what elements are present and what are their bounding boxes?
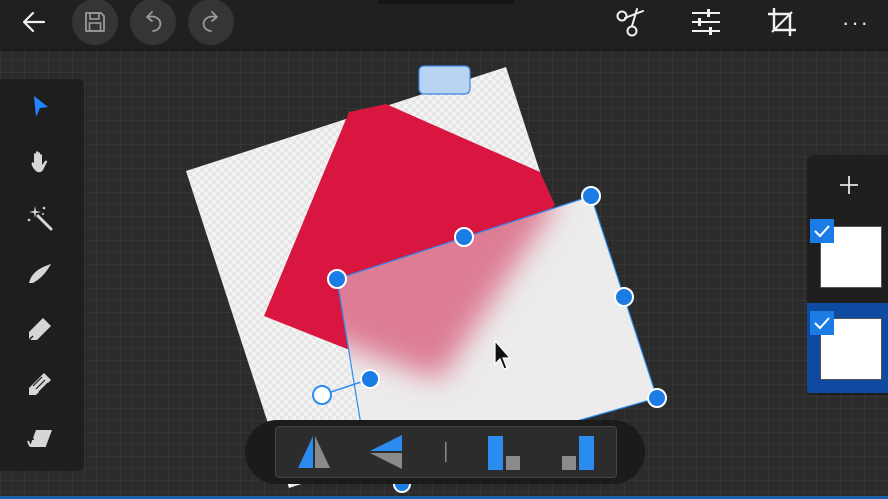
sliders-icon [692,9,720,35]
cut-button[interactable] [608,0,652,44]
crop-icon [768,8,796,36]
marker-icon [28,318,51,341]
align-bottom-left-icon [488,436,520,470]
flip-horizontal-button[interactable] [292,431,336,473]
redo-icon [202,11,218,32]
cursor-arrow-icon [494,339,512,370]
arrow-select-icon [34,96,48,117]
tool-marker[interactable] [20,309,60,349]
save-disk-icon [85,12,105,32]
save-button[interactable] [72,0,118,45]
back-arrow-icon [22,11,46,33]
layer-visibility-checkbox[interactable] [810,219,834,243]
top-bar: ··· [0,0,888,51]
brush-icon [29,264,51,283]
back-button[interactable] [12,0,56,44]
tool-pan[interactable] [20,142,60,182]
undo-button[interactable] [130,0,176,45]
arrange-button-group [275,426,617,478]
selection-handle-top-right[interactable] [581,186,601,206]
layer-item-1[interactable] [807,213,888,303]
flip-vertical-icon [370,435,402,469]
magic-wand-icon [27,206,53,231]
tool-eraser[interactable] [20,419,60,459]
divider-icon [445,442,447,462]
tool-brush[interactable] [20,254,60,294]
layer-item-2[interactable] [807,303,888,393]
tool-select[interactable] [20,87,60,127]
selection-handle-top-left[interactable] [327,269,347,289]
eraser-icon [27,430,52,447]
check-icon [814,225,830,238]
align-bottom-right-button[interactable] [554,431,598,473]
flip-vertical-button[interactable] [364,431,408,473]
align-bottom-left-button[interactable] [480,431,524,473]
tool-magic-wand[interactable] [20,198,60,238]
selection-rotate-handle[interactable] [312,385,332,405]
adjust-button[interactable] [684,0,728,44]
tool-palette [0,79,84,471]
flip-horizontal-icon [298,436,330,468]
divider [424,431,468,473]
layers-panel [807,155,888,395]
plus-icon [840,176,858,194]
redo-button[interactable] [188,0,234,45]
more-icon: ··· [842,10,870,35]
hand-icon [31,151,48,173]
mouse-cursor [494,339,514,377]
check-icon [814,317,830,330]
more-button[interactable]: ··· [834,8,878,38]
crop-button[interactable] [760,0,804,44]
layer-visibility-checkbox[interactable] [810,311,834,335]
top-notch [378,0,514,4]
tool-pencil[interactable] [20,364,60,404]
scissors-icon [616,8,644,37]
selection-handle-top-mid[interactable] [454,227,474,247]
undo-icon [146,11,162,32]
arrange-toolbar [245,420,645,484]
selection-handle-right-mid[interactable] [614,287,634,307]
add-layer-button[interactable] [827,165,871,205]
pencil-icon [29,373,51,395]
selection-handle-bottom-right[interactable] [647,388,667,408]
document-top-handle[interactable] [418,65,471,95]
align-bottom-right-icon [562,436,594,470]
selection-handle-left-mid[interactable] [360,369,380,389]
